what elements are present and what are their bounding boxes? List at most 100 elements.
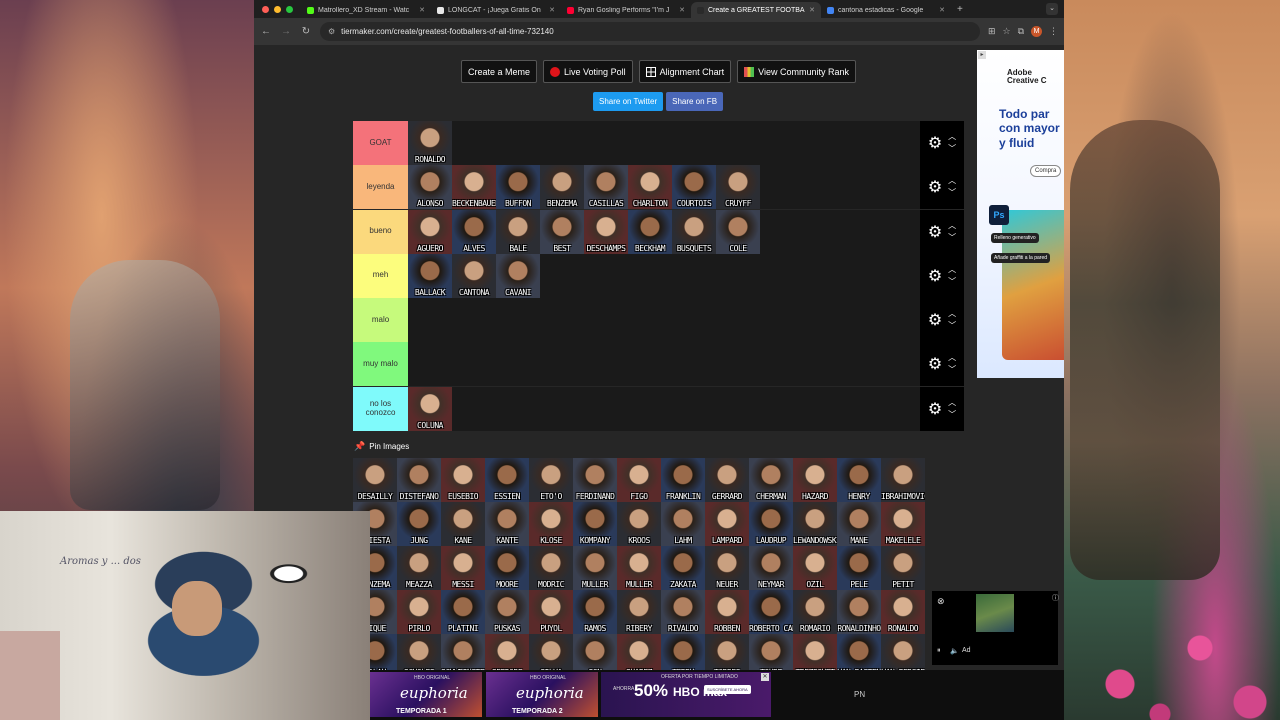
close-tab-icon[interactable]: ✕ bbox=[939, 6, 945, 14]
tier-label[interactable]: meh bbox=[353, 253, 408, 298]
subscribe-button[interactable]: SUSCRÍBETE AHORA bbox=[704, 685, 751, 694]
close-tab-icon[interactable]: ✕ bbox=[679, 6, 685, 14]
gear-icon[interactable]: ⚙ bbox=[928, 399, 942, 419]
chevron-down-icon[interactable]: ﹀ bbox=[948, 322, 956, 330]
player-card[interactable]: RIBERY bbox=[617, 590, 661, 634]
chevron-down-icon[interactable]: ﹀ bbox=[948, 366, 956, 374]
browser-tab[interactable]: LONGCAT - ¡Juega Gratis On ✕ bbox=[431, 2, 561, 18]
tier-label[interactable]: no los conozco bbox=[353, 386, 408, 431]
ad-cta-button[interactable]: Compra bbox=[1030, 165, 1062, 177]
chevron-up-icon[interactable]: ︿ bbox=[948, 133, 956, 141]
ad-choices-icon[interactable]: ▸ bbox=[978, 51, 986, 59]
player-card[interactable]: MESSI bbox=[441, 546, 485, 590]
tier-label[interactable]: leyenda bbox=[353, 165, 408, 210]
player-card[interactable]: LAHM bbox=[661, 502, 705, 546]
gear-icon[interactable]: ⚙ bbox=[928, 354, 942, 374]
player-card[interactable]: RIVALDO bbox=[661, 590, 705, 634]
player-card[interactable]: RAMOS bbox=[573, 590, 617, 634]
tier-drop-zone[interactable]: RONALDO bbox=[408, 121, 920, 165]
player-card[interactable]: NEUER bbox=[705, 546, 749, 590]
tier-drop-zone[interactable] bbox=[408, 298, 920, 342]
browser-tab[interactable]: cantona estadicas - Google ✕ bbox=[821, 2, 951, 18]
gear-icon[interactable]: ⚙ bbox=[928, 133, 942, 153]
volume-icon[interactable]: 🔈 bbox=[950, 647, 959, 655]
site-info-icon[interactable]: ⚙ bbox=[328, 27, 335, 36]
player-card[interactable]: ROBBEN bbox=[705, 590, 749, 634]
chevron-down-icon[interactable]: ﹀ bbox=[948, 189, 956, 197]
tier-drop-zone[interactable]: COLUNA bbox=[408, 386, 920, 431]
player-card[interactable]: LAUDRUP bbox=[749, 502, 793, 546]
tier-drop-zone[interactable]: ALONSO BECKENBAUER BUFFON BENZEMA CASILLAS CH… bbox=[408, 165, 920, 210]
chevron-up-icon[interactable]: ︿ bbox=[948, 221, 956, 230]
forward-button[interactable]: → bbox=[280, 26, 292, 37]
ad-close-icon[interactable]: ✕ bbox=[761, 673, 769, 681]
player-card[interactable]: KROOS bbox=[617, 502, 661, 546]
player-card[interactable]: PETIT bbox=[881, 546, 925, 590]
player-card[interactable]: CHARLTON bbox=[628, 165, 672, 210]
player-card[interactable]: BALE bbox=[496, 209, 540, 254]
chevron-down-icon[interactable]: ﹀ bbox=[948, 410, 956, 419]
browser-tab[interactable]: Matrollero_XD Stream - Watc ✕ bbox=[301, 2, 431, 18]
player-card[interactable]: ALONSO bbox=[408, 165, 452, 210]
player-card[interactable]: MANE bbox=[837, 502, 881, 546]
player-card[interactable]: ALVES bbox=[452, 209, 496, 254]
chevron-down-icon[interactable]: ﹀ bbox=[948, 145, 956, 153]
extensions-icon[interactable]: ⧉ bbox=[1018, 26, 1024, 37]
hbo-max-ad-banner[interactable]: HBO ORIGINAL euphoria TEMPORADA 1 HBO OR… bbox=[370, 670, 1064, 720]
tier-label[interactable]: GOAT bbox=[353, 121, 408, 165]
reload-button[interactable]: ↻ bbox=[300, 26, 312, 37]
live-voting-poll-button[interactable]: Live Voting Poll bbox=[543, 60, 633, 83]
player-card[interactable]: CASILLAS bbox=[584, 165, 628, 210]
gear-icon[interactable]: ⚙ bbox=[928, 266, 942, 286]
chevron-up-icon[interactable]: ︿ bbox=[948, 177, 956, 185]
tier-drop-zone[interactable]: AGUERO ALVES BALE BEST DESCHAMPS BECKHAM BUSQU… bbox=[408, 209, 920, 254]
player-card[interactable]: JUNG bbox=[397, 502, 441, 546]
close-player-icon[interactable]: ⊗ bbox=[937, 596, 945, 607]
player-card[interactable]: MAKELELE bbox=[881, 502, 925, 546]
player-card[interactable]: DISTEFANO bbox=[397, 458, 441, 502]
chevron-down-icon[interactable]: ﹀ bbox=[948, 277, 956, 286]
maximize-window-button[interactable] bbox=[286, 5, 293, 13]
player-card[interactable]: MEAZZA bbox=[397, 546, 441, 590]
tab-search-icon[interactable]: ⌄ bbox=[1046, 3, 1058, 15]
translate-icon[interactable]: ⊞ bbox=[988, 26, 996, 37]
gear-icon[interactable]: ⚙ bbox=[928, 310, 942, 330]
player-card[interactable]: EUSEBIO bbox=[441, 458, 485, 502]
chevron-up-icon[interactable]: ︿ bbox=[948, 398, 956, 407]
menu-kebab-icon[interactable]: ⋮ bbox=[1049, 26, 1058, 37]
player-card[interactable]: BECKENBAUER bbox=[452, 165, 496, 210]
player-card[interactable]: ESSIEN bbox=[485, 458, 529, 502]
player-card[interactable]: COLE bbox=[716, 209, 760, 254]
share-twitter-button[interactable]: Share on Twitter bbox=[593, 92, 664, 111]
close-tab-icon[interactable]: ✕ bbox=[549, 6, 555, 14]
chevron-up-icon[interactable]: ︿ bbox=[948, 310, 956, 318]
player-card[interactable]: DESCHAMPS bbox=[584, 209, 628, 254]
player-card[interactable]: FRANKLIN bbox=[661, 458, 705, 502]
player-card[interactable]: CANTONA bbox=[452, 253, 496, 298]
player-card[interactable]: LAMPARD bbox=[705, 502, 749, 546]
player-card[interactable]: RONALDO bbox=[881, 590, 925, 634]
chevron-down-icon[interactable]: ﹀ bbox=[948, 233, 956, 242]
player-card[interactable]: BECKHAM bbox=[628, 209, 672, 254]
player-card[interactable]: FIGO bbox=[617, 458, 661, 502]
minimize-window-button[interactable] bbox=[274, 5, 281, 13]
tier-drop-zone[interactable]: BALLACK CANTONA CAVANI bbox=[408, 253, 920, 298]
player-card[interactable]: LEWANDOWSKI bbox=[793, 502, 837, 546]
player-card[interactable]: MULLER bbox=[573, 546, 617, 590]
tier-label[interactable]: bueno bbox=[353, 209, 408, 254]
player-card[interactable]: BALLACK bbox=[408, 253, 452, 298]
player-card[interactable]: KOMPANY bbox=[573, 502, 617, 546]
player-card[interactable]: CRUYFF bbox=[716, 165, 760, 210]
share-facebook-button[interactable]: Share on FB bbox=[666, 92, 724, 111]
player-card[interactable]: ETO'O bbox=[529, 458, 573, 502]
player-card[interactable]: ROBERTO CARLOS bbox=[749, 590, 793, 634]
back-button[interactable]: ← bbox=[260, 26, 272, 37]
tier-label[interactable]: malo bbox=[353, 298, 408, 343]
profile-avatar[interactable]: M bbox=[1031, 26, 1042, 37]
player-card[interactable]: HAZARD bbox=[793, 458, 837, 502]
close-tab-icon[interactable]: ✕ bbox=[809, 6, 815, 14]
player-card[interactable]: PUSKAS bbox=[485, 590, 529, 634]
player-card[interactable]: DESAILLY bbox=[353, 458, 397, 502]
info-icon[interactable]: ⓘ bbox=[1052, 593, 1059, 603]
player-card[interactable]: KANTE bbox=[485, 502, 529, 546]
